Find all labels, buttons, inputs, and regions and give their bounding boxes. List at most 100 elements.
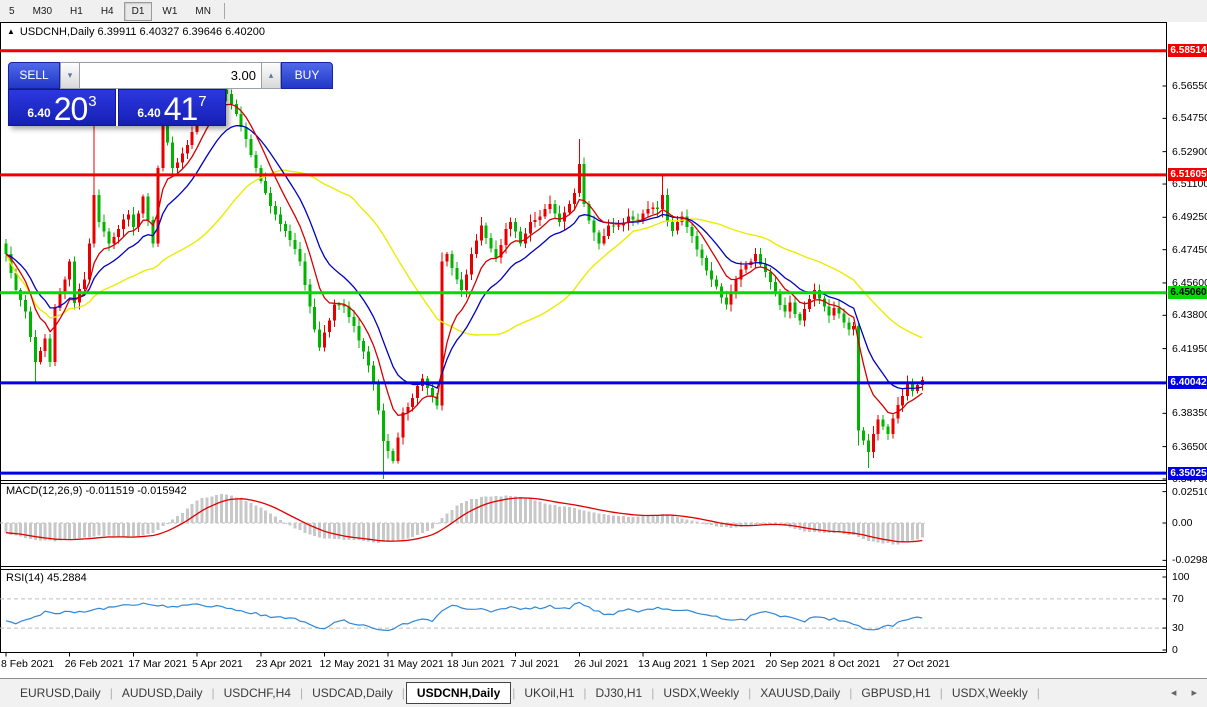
chart-tab-audusd-daily[interactable]: AUDUSD,Daily <box>114 683 211 703</box>
one-click-trading-panel: SELL ▾ ▴ BUY 6.40 20 3 6.40 41 7 <box>8 62 226 126</box>
date-axis-label: 8 Feb 2021 <box>1 658 54 670</box>
tabs-scroll-right-icon[interactable]: ▸ <box>1191 687 1197 699</box>
date-axis-label: 23 Apr 2021 <box>256 658 313 670</box>
tab-separator: | <box>583 686 586 700</box>
timeframe-button-mn[interactable]: MN <box>187 2 219 21</box>
timeframe-button-w1[interactable]: W1 <box>154 2 185 21</box>
moving-averages <box>6 104 922 415</box>
date-axis-label: 5 Apr 2021 <box>192 658 243 670</box>
price-axis: 6.565506.547506.529006.511006.492506.474… <box>1167 22 1207 678</box>
date-axis-label: 31 May 2021 <box>383 658 444 670</box>
timeframe-button-5[interactable]: 5 <box>1 2 23 21</box>
chart-tab-usdx-weekly[interactable]: USDX,Weekly <box>944 683 1036 703</box>
buy-price-small: 6.40 <box>137 106 160 120</box>
buy-price-big: 41 <box>164 93 198 125</box>
tab-separator: | <box>300 686 303 700</box>
chart-tab-xauusd-daily[interactable]: XAUUSD,Daily <box>752 683 848 703</box>
chart-window: ▲ USDCNH,Daily 6.39911 6.40327 6.39646 6.… <box>0 22 1207 678</box>
chart-tab-usdcad-daily[interactable]: USDCAD,Daily <box>304 683 401 703</box>
rsi-axis-label: 30 <box>1172 622 1184 634</box>
tab-separator: | <box>651 686 654 700</box>
timeframe-button-d1[interactable]: D1 <box>124 2 153 21</box>
date-axis-label: 1 Sep 2021 <box>702 658 756 670</box>
rsi-axis-label: 0 <box>1172 644 1178 656</box>
tab-separator: | <box>748 686 751 700</box>
collapse-arrow-icon[interactable]: ▲ <box>7 27 15 36</box>
date-axis-label: 17 Mar 2021 <box>128 658 187 670</box>
volume-increase-button[interactable]: ▴ <box>261 62 281 89</box>
date-axis-label: 18 Jun 2021 <box>447 658 505 670</box>
price-axis-label: 6.52900 <box>1172 146 1207 158</box>
price-axis-label: 6.47450 <box>1172 244 1207 256</box>
candles <box>5 69 924 479</box>
tab-separator: | <box>212 686 215 700</box>
timeframe-toolbar: 5M30H1H4D1W1MN <box>0 0 1207 22</box>
volume-decrease-button[interactable]: ▾ <box>60 62 80 89</box>
date-ticks <box>6 653 898 657</box>
rsi-axis-label: 100 <box>1172 571 1190 583</box>
macd-indicator-label: MACD(12,26,9) -0.011519 -0.015942 <box>6 485 187 497</box>
chevron-up-icon: ▴ <box>269 70 274 80</box>
volume-stepper: ▾ ▴ <box>60 62 281 89</box>
price-level-badge: 6.58514 <box>1168 44 1207 57</box>
tab-separator: | <box>940 686 943 700</box>
chart-tab-usdcnh-daily[interactable]: USDCNH,Daily <box>406 682 511 704</box>
toolbar-separator <box>224 3 225 19</box>
price-axis-label: 6.36500 <box>1172 441 1207 453</box>
price-axis-label: 6.43800 <box>1172 309 1207 321</box>
buy-button[interactable]: BUY <box>281 62 333 89</box>
price-axis-label: 6.54750 <box>1172 112 1207 124</box>
price-level-badge: 6.51605 <box>1168 168 1207 181</box>
chevron-down-icon: ▾ <box>68 70 73 80</box>
timeframe-button-m30[interactable]: M30 <box>25 2 60 21</box>
chart-title: ▲ USDCNH,Daily 6.39911 6.40327 6.39646 6.… <box>7 26 265 38</box>
date-axis-label: 13 Aug 2021 <box>638 658 697 670</box>
rsi-axis-label: 70 <box>1172 593 1184 605</box>
timeframe-button-h1[interactable]: H1 <box>62 2 91 21</box>
buy-price-sup: 7 <box>198 93 206 110</box>
chart-tab-eurusd-daily[interactable]: EURUSD,Daily <box>12 683 109 703</box>
sell-button[interactable]: SELL <box>8 62 60 89</box>
chart-tab-dj30-h1[interactable]: DJ30,H1 <box>588 683 651 703</box>
sell-price-button[interactable]: 6.40 20 3 <box>8 89 116 126</box>
tab-separator: | <box>849 686 852 700</box>
volume-input[interactable] <box>80 62 261 89</box>
mt4-window: 5M30H1H4D1W1MN ▲ USDCNH,Daily 6.39911 6.4… <box>0 0 1207 707</box>
sell-price-small: 6.40 <box>27 106 50 120</box>
tabs-scroll-left-icon[interactable]: ◂ <box>1171 687 1177 699</box>
tab-separator: | <box>110 686 113 700</box>
price-axis-label: 6.38350 <box>1172 407 1207 419</box>
rsi-line <box>6 602 922 630</box>
macd-axis-label: -0.029885 <box>1172 554 1207 566</box>
date-axis-label: 27 Oct 2021 <box>893 658 950 670</box>
date-axis-label: 8 Oct 2021 <box>829 658 880 670</box>
date-axis-label: 26 Jul 2021 <box>574 658 628 670</box>
timeframe-button-h4[interactable]: H4 <box>93 2 122 21</box>
tab-separator: | <box>402 686 405 700</box>
date-axis-label: 20 Sep 2021 <box>765 658 825 670</box>
chart-tab-ukoil-h1[interactable]: UKOil,H1 <box>516 683 582 703</box>
chart-tab-usdchf-h4[interactable]: USDCHF,H4 <box>216 683 299 703</box>
price-axis-label: 6.56550 <box>1172 80 1207 92</box>
chart-symbol-period: USDCNH,Daily <box>20 26 95 38</box>
chart-tab-gbpusd-h1[interactable]: GBPUSD,H1 <box>853 683 938 703</box>
chart-ohlc-values: 6.39911 6.40327 6.39646 6.40200 <box>98 26 265 38</box>
price-axis-label: 6.41950 <box>1172 343 1207 355</box>
chart-tab-usdx-weekly[interactable]: USDX,Weekly <box>655 683 747 703</box>
buy-price-button[interactable]: 6.40 41 7 <box>118 89 226 126</box>
tab-separator: | <box>1037 686 1040 700</box>
date-axis-label: 26 Feb 2021 <box>65 658 124 670</box>
macd-axis-label: 0.025108 <box>1172 486 1207 498</box>
tab-separator: | <box>512 686 515 700</box>
price-axis-label: 6.49250 <box>1172 211 1207 223</box>
rsi-indicator-label: RSI(14) 45.2884 <box>6 572 87 584</box>
macd-axis-label: 0.00 <box>1172 517 1192 529</box>
price-level-badge: 6.45060 <box>1168 286 1207 299</box>
sell-price-big: 20 <box>54 93 88 125</box>
price-level-badge: 6.40042 <box>1168 376 1207 389</box>
sell-price-sup: 3 <box>88 93 96 110</box>
price-level-badge: 6.35025 <box>1168 467 1207 480</box>
date-axis-label: 7 Jul 2021 <box>511 658 559 670</box>
chart-tabs-bar: EURUSD,Daily|AUDUSD,Daily|USDCHF,H4|USDC… <box>0 678 1207 707</box>
date-axis-label: 12 May 2021 <box>320 658 381 670</box>
